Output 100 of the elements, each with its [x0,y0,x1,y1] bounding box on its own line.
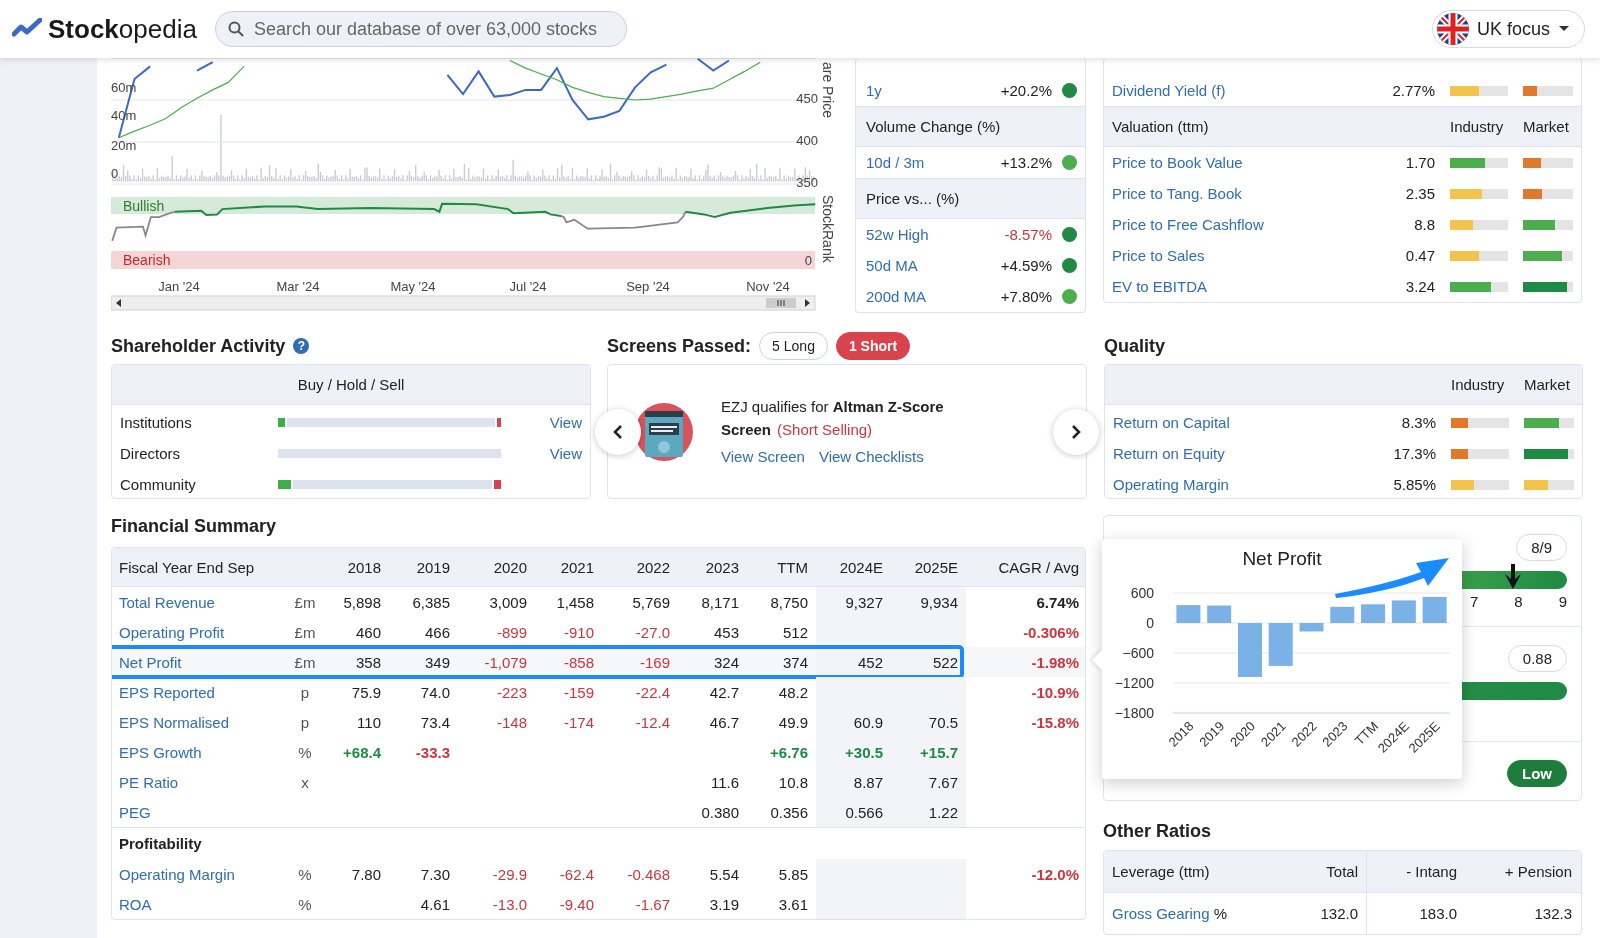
ratio-link[interactable]: Operating Margin [1113,476,1341,493]
table-cell-text: -899 [495,622,528,643]
table-cell-text: -159 [562,682,595,703]
scale-label: 7 [1469,593,1479,610]
table-cell-text: 49.9 [777,712,809,733]
table-cell-text: -223 [495,682,528,703]
region-button[interactable]: UK focus [1431,10,1585,48]
table-cell-text: 5.85 [777,864,809,885]
unit-label: p [299,712,311,733]
table-cell-text: -1.98% [1030,652,1080,673]
screen-link[interactable]: View Checklists [818,445,924,468]
band-label: Bullish [123,198,165,214]
ratio-link[interactable]: Return on Capital [1113,414,1341,431]
chevron-left-icon [611,423,625,440]
table-cell-text: 6.74% [1035,592,1080,613]
holder-label: Institutions [120,414,193,431]
metric-link[interactable]: EPS Normalised [119,713,230,731]
section-title: Shareholder Activity [111,335,286,357]
table-cell-text: 10.8 [777,772,809,793]
metric-link[interactable]: ROA [119,895,152,913]
axis-label: 0 [1146,615,1154,631]
chart-bar [1299,623,1324,632]
unit-label: % [297,742,313,763]
change-value: -8.57% [1004,226,1052,243]
screen-description: EZJ qualifies for Altman Z-Score Screen (Short Selling) [721,397,945,440]
previous-button[interactable] [595,408,641,455]
table-cell: 0.566 [816,797,891,827]
ratio-link[interactable]: Price to Book Value [1112,154,1340,171]
metric-link[interactable]: Gross Gearing [1112,905,1210,922]
screen-pill[interactable]: 5 Long [759,332,828,360]
axis-label: Jul '24 [509,279,547,294]
axis-title: are Price [820,61,836,118]
ratio-value: 2.77% [1391,82,1435,99]
axis-label: May '24 [390,279,436,294]
axis-label: 0 [111,166,119,181]
axis-label: 600 [1130,585,1154,601]
logo-text[interactable]: Stockopedia [48,13,197,45]
table-cell-text: -33.3 [414,742,451,763]
ratio-value: 0.47 [1404,247,1435,264]
logo-icon[interactable] [12,18,42,40]
scrollbar[interactable] [111,295,816,311]
ratio-link[interactable]: Return on Equity [1113,445,1341,462]
metric-link[interactable]: Operating Profit [119,623,225,641]
period-link[interactable]: 200d MA [866,288,991,305]
table-header: Buy / Hold / Sell [112,365,590,405]
section-title: Financial Summary [111,515,277,537]
unit-label: £m [293,622,317,643]
metric-link[interactable]: PE Ratio [119,773,179,791]
table-cell-text: 110 [356,712,382,733]
table-cell-text: -0.306% [1022,622,1080,643]
metric-link[interactable]: EPS Reported [119,683,215,701]
table-cell-text: 453 [712,622,740,643]
table-cell-text: -15.8% [1030,712,1080,733]
period-link[interactable]: 1y [866,82,991,99]
column-header: + Pension [1503,863,1572,880]
axis-label: 0 [804,253,812,268]
table-cell-text: 5.54 [708,864,740,885]
table-cell-text: +68.4 [342,742,382,763]
holder-label: Directors [120,445,181,462]
view-link[interactable]: View [501,445,582,462]
screen-pill[interactable]: 1 Short [835,332,911,360]
ratio-link[interactable]: Dividend Yield (f) [1112,82,1340,99]
help-icon[interactable]: ? [293,338,310,354]
ratio-link[interactable]: Price to Tang. Book [1112,185,1340,202]
table-cell: 60.9 [816,707,891,737]
unit-label: % [297,864,313,885]
metric-link[interactable]: Total Revenue [119,593,215,611]
column-header: 2024E [838,557,884,578]
ratio-link[interactable]: Price to Sales [1112,247,1340,264]
table-cell-text: 6,385 [411,592,451,613]
ratio-link[interactable]: EV to EBITDA [1112,278,1340,295]
table-cell-text: 374 [781,652,809,673]
column-header: Total [1325,863,1359,880]
metric-link[interactable]: PEG [119,803,151,821]
ratio-value: 8.3% [1400,414,1436,431]
chart-bar [1207,605,1232,623]
period-link[interactable]: 50d MA [866,257,991,274]
change-value: +20.2% [1000,82,1052,99]
period-link[interactable]: 10d / 3m [866,154,991,171]
ratio-link[interactable]: Price to Free Cashflow [1112,216,1340,233]
scale-label: 8 [1514,593,1523,610]
axis-label: 450 [796,91,818,107]
table-cell-text: -29.9 [491,864,528,885]
unit-label: £m [293,652,317,673]
holder-label: Community [120,476,197,493]
score-badge: Low [1507,760,1567,787]
view-link[interactable]: View [501,414,582,431]
metric-link[interactable]: EPS Growth [119,743,202,761]
column-header: Valuation (ttm) [1112,118,1210,135]
table-cell: 70.5 [891,707,966,737]
metric-link[interactable]: Operating Margin [119,865,235,883]
table-cell-text: -12.0% [1030,864,1080,885]
unit-label: % [1213,905,1228,922]
search-field[interactable]: Search our database of over 63,000 stocks [214,11,627,47]
screen-link[interactable]: View Screen [721,445,805,468]
metric-link[interactable]: Net Profit [119,653,182,671]
table-cell-text: 75.9 [350,682,382,703]
chart-bar [1361,604,1386,623]
table-cell-text: 46.7 [708,712,740,733]
period-link[interactable]: 52w High [866,226,995,243]
